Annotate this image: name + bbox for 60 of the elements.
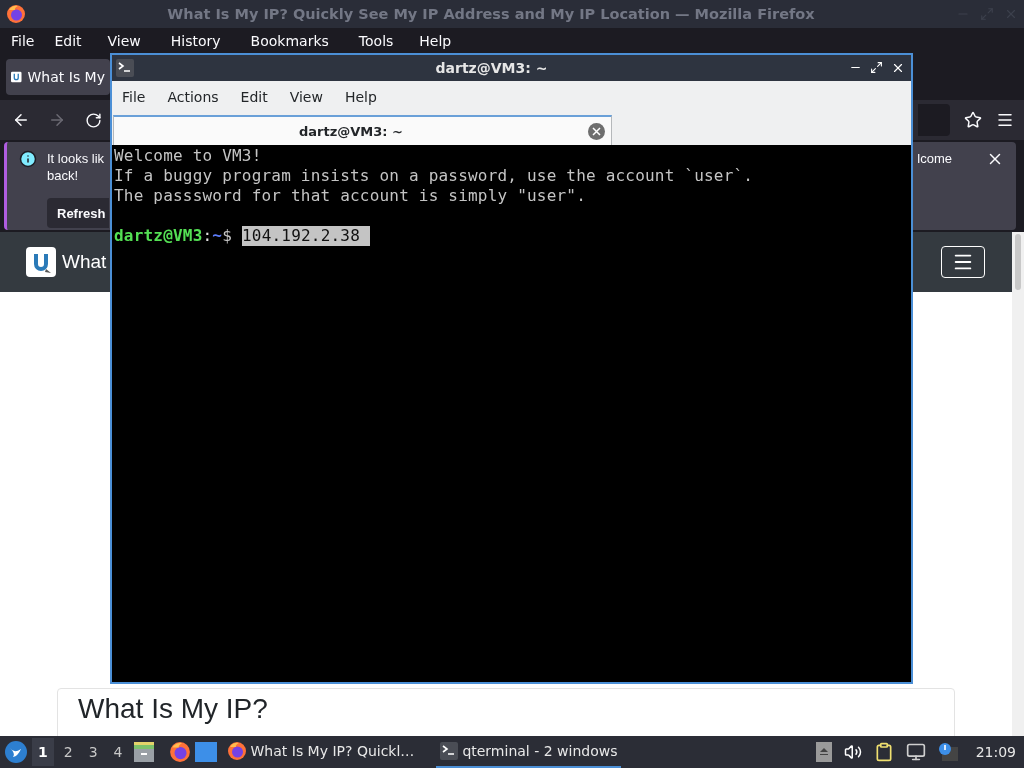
star-icon[interactable]	[964, 111, 982, 129]
terminal-line: The passsword for that account is simply "user".	[114, 186, 587, 206]
notification-text: It looks lik back!	[47, 150, 105, 184]
menu-item[interactable]: View	[281, 89, 331, 105]
menu-item[interactable]: View	[99, 33, 149, 49]
menu-item[interactable]: Edit	[46, 33, 90, 49]
menu-item[interactable]: Help	[336, 89, 385, 105]
menu-item[interactable]: Bookmarks	[242, 33, 337, 49]
menu-icon[interactable]	[996, 111, 1014, 129]
forward-icon	[48, 111, 66, 129]
site-brand[interactable]: What	[62, 251, 107, 273]
window-title: What Is My IP? Quickly See My IP Address and My IP Location — Mozilla Firefox	[166, 6, 816, 22]
workspace-button[interactable]: 3	[82, 738, 104, 766]
maximize-icon[interactable]	[870, 61, 883, 74]
menu-item[interactable]: History	[162, 33, 229, 49]
scrollbar[interactable]	[1012, 232, 1024, 736]
menu-item[interactable]: File	[114, 89, 154, 105]
terminal-line: If a buggy program insists on a password, use the account `user`.	[114, 166, 755, 186]
prompt-separator: :	[202, 226, 213, 246]
close-icon[interactable]	[891, 61, 905, 75]
firefox-icon	[226, 741, 247, 761]
menu-item[interactable]: Edit	[232, 89, 276, 105]
eject-icon[interactable]	[815, 742, 832, 762]
close-tab-icon[interactable]	[588, 122, 605, 140]
taskbar-task[interactable]: What Is My IP? Quickl…	[222, 736, 419, 768]
info-icon	[19, 150, 37, 168]
file-cabinet-icon[interactable]	[132, 741, 155, 763]
reload-icon	[84, 111, 102, 129]
back-icon	[12, 111, 30, 129]
terminal-tab[interactable]: dartz@VM3: ~	[113, 115, 612, 145]
firefox-icon	[168, 741, 191, 763]
workspace-button[interactable]: 4	[107, 738, 129, 766]
notification-icon[interactable]	[937, 742, 958, 762]
menu-item[interactable]: File	[3, 33, 43, 49]
start-menu-icon[interactable]	[4, 740, 28, 764]
menu-item[interactable]: Tools	[350, 33, 402, 49]
firefox-icon	[6, 4, 26, 24]
terminal-icon	[440, 742, 459, 760]
taskbar-task[interactable]: qterminal - 2 windows	[436, 736, 622, 768]
command-text: 104.192.2.38	[242, 226, 370, 246]
menu-item[interactable]: Actions	[159, 89, 227, 105]
notification-text: lcome	[917, 150, 952, 167]
navbar-toggle-button[interactable]	[941, 246, 985, 278]
terminal-icon	[116, 59, 134, 77]
speaker-icon[interactable]	[843, 743, 862, 761]
page-heading: What Is My IP?	[78, 692, 269, 726]
site-favicon-icon	[11, 69, 22, 85]
site-logo-icon	[26, 247, 56, 277]
terminal-line: Welcome to VM3!	[114, 146, 263, 166]
window-icon[interactable]	[194, 742, 217, 762]
prompt-path: ~	[212, 226, 223, 246]
refresh-button[interactable]: Refresh	[47, 198, 109, 228]
workspace-button[interactable]: 1	[32, 738, 54, 766]
window-title: dartz@VM3: ~	[434, 60, 549, 76]
menu-item[interactable]: Help	[411, 33, 460, 49]
browser-tab[interactable]: What Is My	[6, 59, 110, 95]
prompt-user-host: dartz@VM3	[114, 226, 203, 246]
workspace-button[interactable]: 2	[57, 738, 79, 766]
prompt-symbol: $	[222, 226, 233, 246]
clock: 21:09	[974, 744, 1017, 760]
